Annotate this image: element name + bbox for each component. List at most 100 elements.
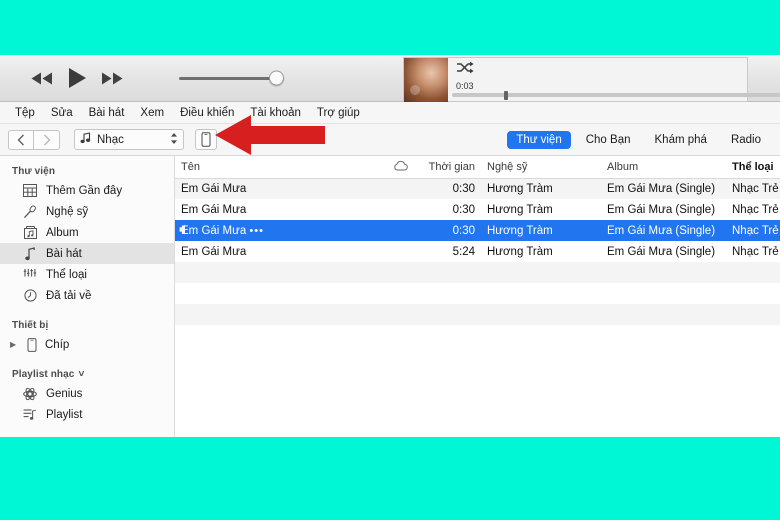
itunes-window: 0:03 Em Gái Mưa Hương Tràm — Em Gái Mưa … (0, 55, 780, 437)
table-row-selected[interactable]: Em Gái Mưa ••• 0:30 Hương Tràm Em Gái Mư… (175, 220, 780, 241)
sidebar-section-devices-title: Thiết bị (12, 320, 49, 331)
source-selector-value: Nhạc (97, 133, 124, 146)
table-row-empty (175, 283, 780, 304)
menu-item-tep[interactable]: Tệp (8, 105, 42, 121)
sidebar-item-playlist[interactable]: Playlist (0, 404, 174, 425)
play-icon[interactable] (66, 66, 88, 90)
elapsed-time: 0:03 (456, 81, 474, 91)
music-note-icon (22, 246, 38, 261)
speaker-playing-icon (179, 224, 191, 238)
lcd-left-column: 0:03 (448, 58, 780, 101)
cell-name: Em Gái Mưa (175, 199, 387, 220)
column-header-time[interactable]: Thời gian (419, 156, 481, 179)
sidebar-item-songs[interactable]: Bài hát (0, 243, 174, 264)
cloud-status-icon (393, 160, 409, 174)
progress-track (452, 93, 780, 97)
cell-genre: Nhạc Trẻ (726, 178, 780, 199)
table-row-empty (175, 304, 780, 325)
tab-kham-pha[interactable]: Khám phá (646, 131, 716, 149)
progress-slider[interactable] (452, 91, 780, 100)
cell-album: Em Gái Mưa (Single) (601, 241, 726, 262)
cell-cloud (387, 199, 419, 220)
cell-time: 5:24 (419, 241, 481, 262)
cell-time: 0:30 (419, 199, 481, 220)
menu-item-baihat[interactable]: Bài hát (82, 105, 132, 121)
sidebar-item-label: Chíp (45, 338, 70, 351)
column-header-cloud[interactable] (387, 156, 419, 179)
chevron-down-icon[interactable]: ˅ (78, 369, 84, 380)
menu-bar: Tệp Sửa Bài hát Xem Điều khiển Tài khoản… (0, 102, 780, 124)
sidebar-item-recently-added[interactable]: Thêm Gần đây (0, 180, 174, 201)
cell-cloud (387, 178, 419, 199)
sidebar-item-label: Genius (46, 387, 83, 400)
sidebar-item-label: Album (46, 226, 79, 239)
table-row[interactable]: Em Gái Mưa 0:30 Hương Tràm Em Gái Mưa (S… (175, 199, 780, 220)
sidebar-item-artists[interactable]: Nghệ sỹ (0, 201, 174, 222)
iphone-device-icon (24, 337, 40, 352)
main-body: Thư viện Thêm Gần đây Nghệ sỹ Album Bài … (0, 156, 780, 437)
red-left-arrow (215, 112, 325, 163)
disclosure-triangle-icon[interactable]: ▶ (10, 340, 19, 349)
back-button[interactable] (8, 129, 34, 150)
sidebar-item-album[interactable]: Album (0, 222, 174, 243)
cell-artist: Hương Tràm (481, 199, 601, 220)
tab-radio[interactable]: Radio (722, 131, 770, 149)
sidebar-section-playlists-label: Playlist nhạc (12, 369, 75, 380)
track-table-body: Em Gái Mưa 0:30 Hương Tràm Em Gái Mưa (S… (175, 178, 780, 325)
cell-name: Em Gái Mưa ••• (175, 220, 387, 241)
sidebar-item-downloaded[interactable]: Đã tải về (0, 285, 174, 306)
microphone-icon (22, 204, 38, 219)
stepper-updown-icon[interactable] (170, 132, 178, 148)
cell-artist: Hương Tràm (481, 220, 601, 241)
tab-thu-vien[interactable]: Thư viện (507, 130, 571, 149)
menu-item-xem[interactable]: Xem (133, 105, 171, 121)
sidebar-item-label: Thêm Gần đây (46, 184, 123, 197)
source-selector[interactable]: Nhạc (74, 129, 184, 150)
track-table: Tên Thời gian Nghệ sỹ Album Thể loại Em … (175, 156, 780, 325)
volume-slider[interactable] (179, 70, 284, 86)
menu-item-sua[interactable]: Sửa (44, 105, 80, 121)
cell-cloud (387, 241, 419, 262)
library-tabs: Thư viện Cho Bạn Khám phá Radio (507, 130, 770, 149)
iphone-device-icon[interactable] (195, 129, 217, 150)
table-row[interactable]: Em Gái Mưa 0:30 Hương Tràm Em Gái Mưa (S… (175, 178, 780, 199)
rewind-icon[interactable] (30, 71, 54, 86)
volume-knob[interactable] (269, 70, 284, 86)
cell-album: Em Gái Mưa (Single) (601, 178, 726, 199)
column-header-artist[interactable]: Nghệ sỹ (481, 156, 601, 179)
album-artwork (404, 58, 448, 102)
transport-controls (30, 66, 124, 90)
album-icon (22, 226, 38, 239)
tab-cho-ban[interactable]: Cho Bạn (577, 131, 640, 149)
table-row[interactable]: Em Gái Mưa 5:24 Hương Tràm Em Gái Mưa (S… (175, 241, 780, 262)
playlist-icon (22, 408, 38, 421)
cell-time: 0:30 (419, 220, 481, 241)
cell-album: Em Gái Mưa (Single) (601, 199, 726, 220)
sidebar-item-genres[interactable]: Thể loại (0, 264, 174, 285)
cell-artist: Hương Tràm (481, 178, 601, 199)
music-note-icon (80, 132, 91, 147)
more-options-button[interactable]: ••• (249, 225, 264, 237)
column-header-genre[interactable]: Thể loại (726, 156, 780, 179)
sidebar-section-playlists-title: Playlist nhạc ˅ (0, 366, 174, 383)
sidebar-item-genius[interactable]: Genius (0, 383, 174, 404)
player-toolbar: 0:03 Em Gái Mưa Hương Tràm — Em Gái Mưa … (0, 55, 780, 102)
sidebar: Thư viện Thêm Gần đây Nghệ sỹ Album Bài … (0, 156, 175, 437)
navigation-bar: Nhạc Thư viện Cho Bạn Khám phá Radio (0, 115, 780, 156)
cell-genre: Nhạc Trẻ (726, 241, 780, 262)
cell-name: Em Gái Mưa (175, 178, 387, 199)
sidebar-item-device-chip[interactable]: ▶ Chíp (0, 334, 174, 355)
cell-name: Em Gái Mưa (175, 241, 387, 262)
fast-forward-icon[interactable] (100, 71, 124, 86)
forward-button[interactable] (34, 129, 60, 150)
sidebar-item-label: Nghệ sỹ (46, 205, 89, 218)
progress-knob[interactable] (504, 91, 508, 100)
table-row-empty (175, 262, 780, 283)
cell-cloud (387, 220, 419, 241)
column-header-album[interactable]: Album (601, 156, 726, 179)
genre-equalizer-icon (22, 268, 38, 281)
cell-artist: Hương Tràm (481, 241, 601, 262)
shuffle-icon[interactable] (456, 61, 780, 79)
